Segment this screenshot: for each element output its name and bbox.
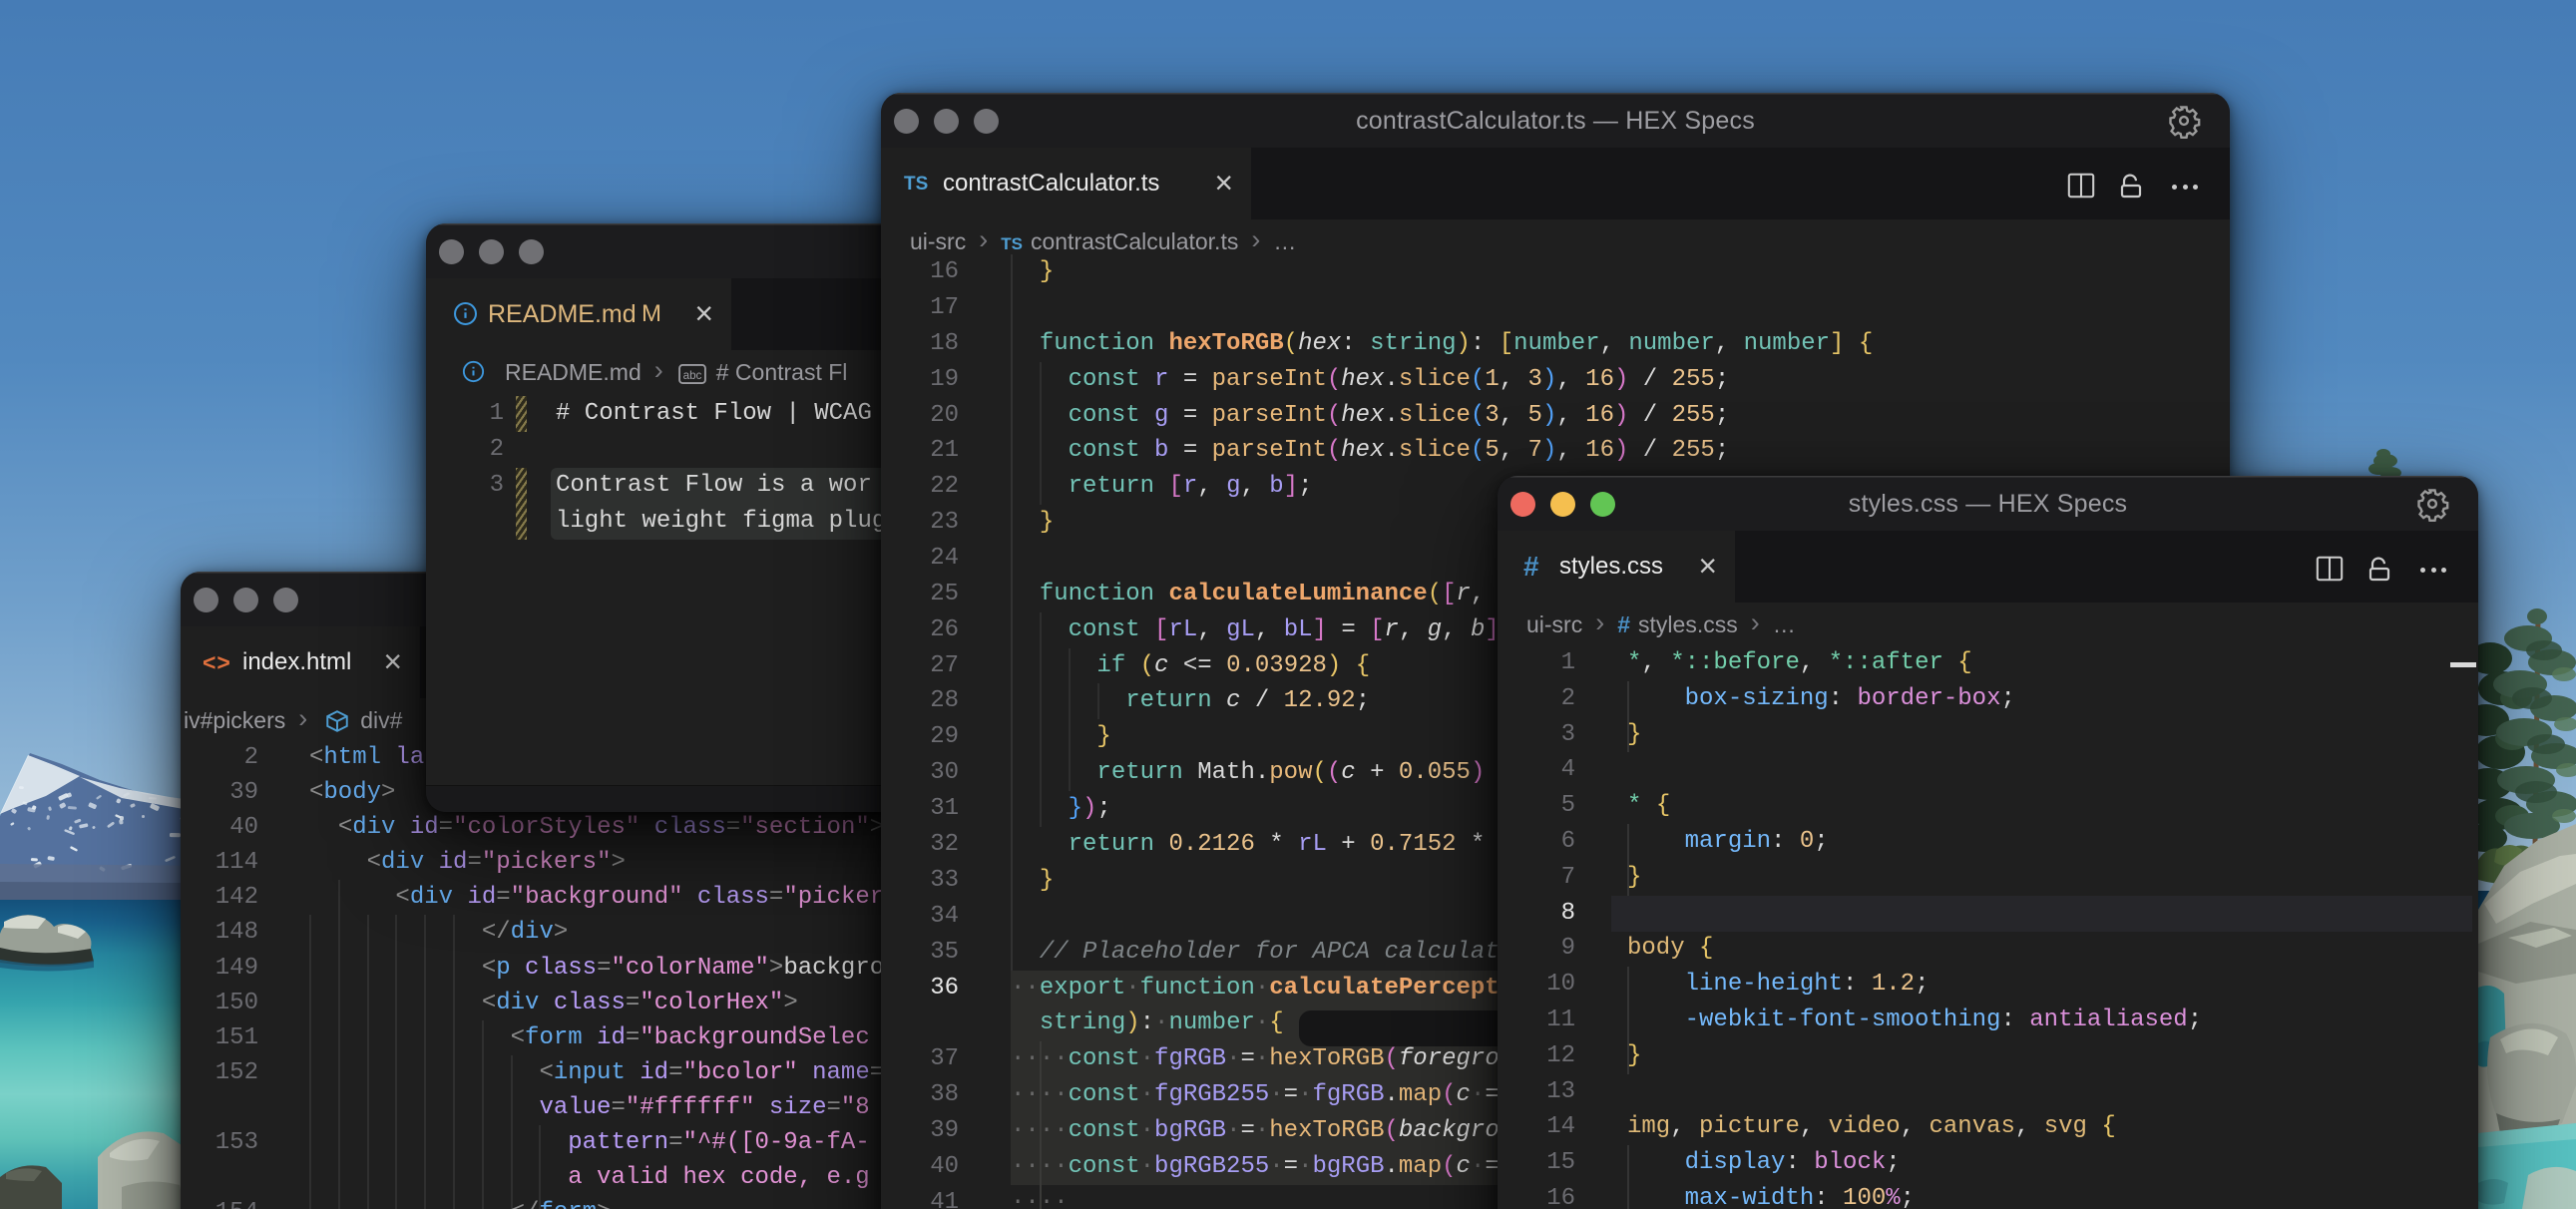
svg-text:abc: abc bbox=[682, 369, 701, 382]
